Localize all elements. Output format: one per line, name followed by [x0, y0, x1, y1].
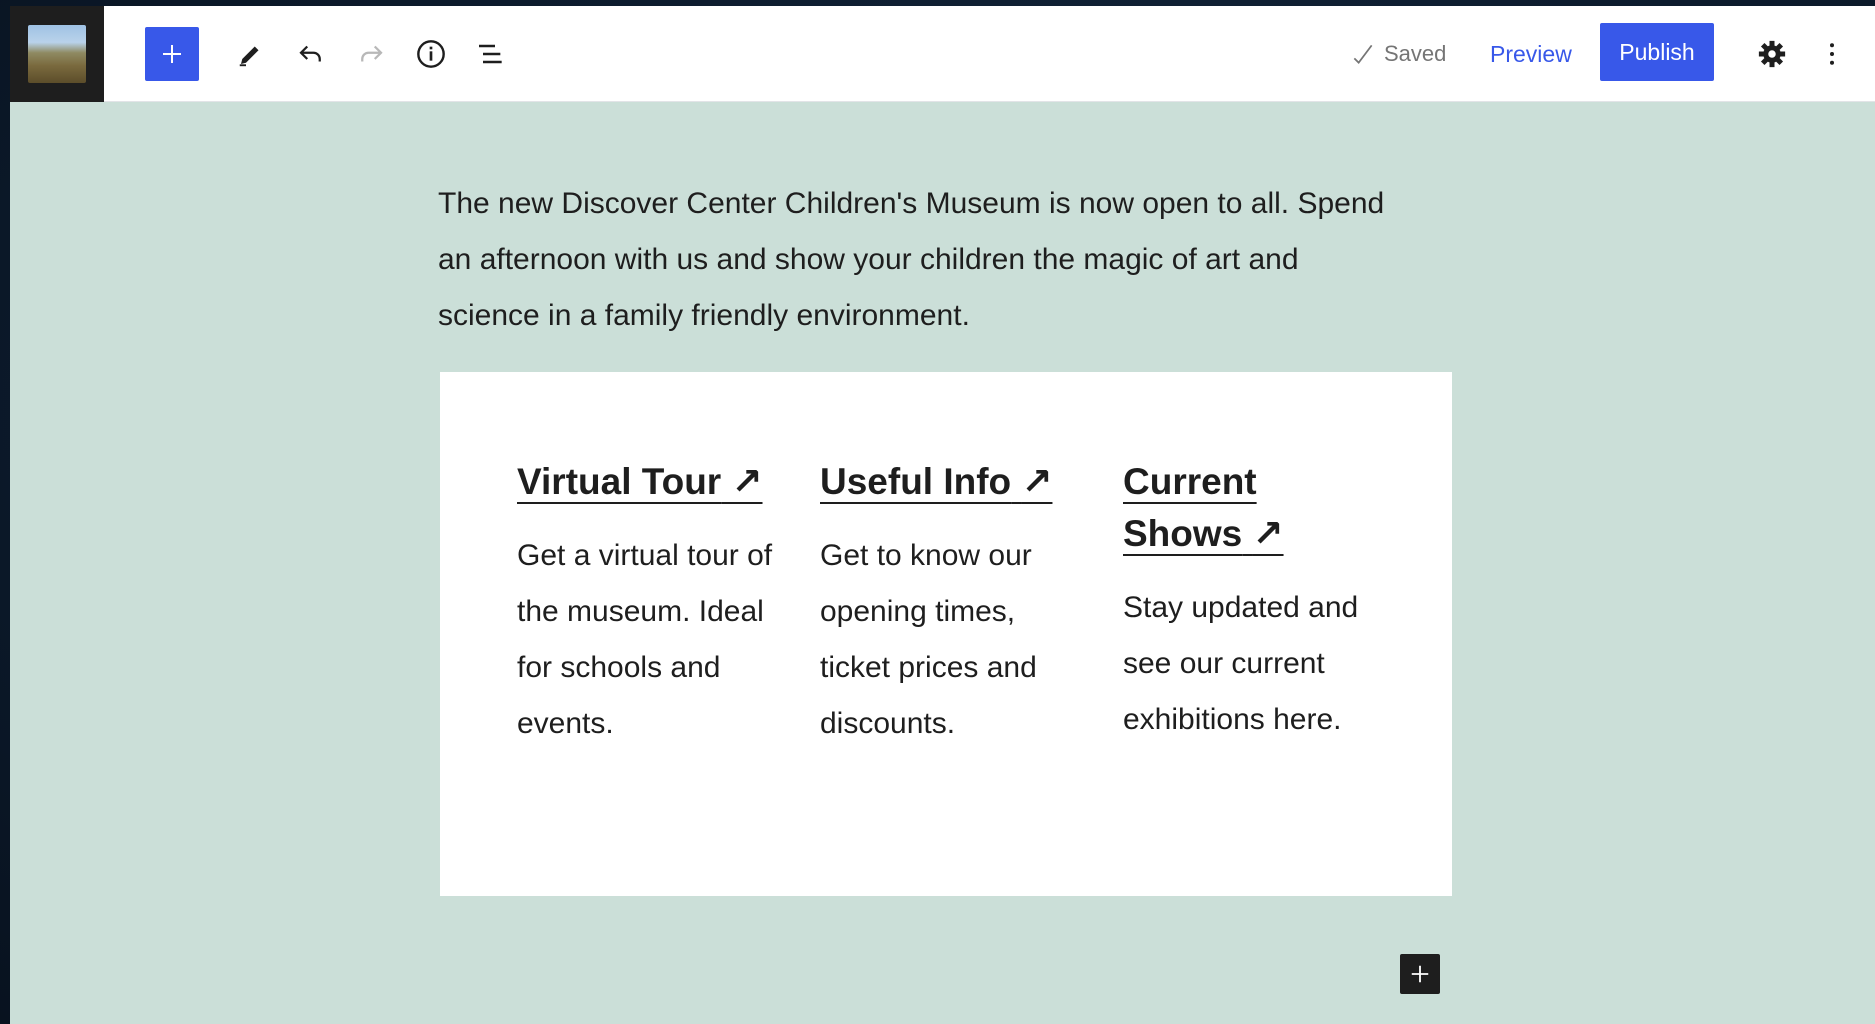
tools-button[interactable] [224, 27, 278, 81]
add-block-button[interactable] [145, 27, 199, 81]
column-text[interactable]: Get a virtual tour of the museum. Ideal … [517, 528, 777, 752]
pencil-icon [239, 46, 259, 67]
saved-status: Saved [1350, 38, 1446, 70]
column-current-shows[interactable]: Current Shows ↗ Stay updated and see our… [1123, 456, 1373, 748]
plus-icon [163, 45, 181, 63]
column-virtual-tour[interactable]: Virtual Tour ↗ Get a virtual tour of the… [517, 456, 777, 752]
arrow-up-right-icon: ↗ [731, 461, 763, 502]
column-useful-info[interactable]: Useful Info ↗ Get to know our opening ti… [820, 456, 1080, 752]
heading-link-useful-info[interactable]: Useful Info ↗ [820, 461, 1052, 502]
heading-link-virtual-tour[interactable]: Virtual Tour ↗ [517, 461, 763, 502]
details-button[interactable] [404, 27, 458, 81]
info-icon [417, 40, 445, 68]
site-logo-image [28, 25, 86, 83]
column-heading[interactable]: Current Shows ↗ [1123, 456, 1373, 560]
plus-icon [1411, 965, 1429, 983]
heading-text: Current Shows [1123, 461, 1257, 554]
publish-button[interactable]: Publish [1600, 23, 1714, 81]
heading-link-current-shows[interactable]: Current Shows ↗ [1123, 461, 1284, 554]
intro-paragraph[interactable]: The new Discover Center Children's Museu… [438, 176, 1398, 344]
undo-button[interactable] [284, 27, 338, 81]
column-heading[interactable]: Useful Info ↗ [820, 456, 1080, 508]
site-logo[interactable] [10, 6, 104, 102]
saved-label: Saved [1384, 41, 1447, 66]
arrow-up-right-icon: ↗ [1021, 461, 1053, 502]
editor-toolbar: Saved Preview Publish [10, 6, 1875, 102]
redo-button[interactable] [344, 27, 398, 81]
preview-button[interactable]: Preview [1490, 34, 1572, 74]
block-appender-button[interactable] [1400, 954, 1440, 994]
columns-block[interactable]: Virtual Tour ↗ Get a virtual tour of the… [440, 372, 1452, 896]
more-vertical-icon [1830, 43, 1834, 65]
settings-button[interactable] [1745, 27, 1799, 81]
column-text[interactable]: Get to know our opening times, ticket pr… [820, 528, 1080, 752]
column-heading[interactable]: Virtual Tour ↗ [517, 456, 777, 508]
options-button[interactable] [1810, 27, 1854, 81]
list-view-button[interactable] [464, 27, 518, 81]
check-icon [1353, 44, 1373, 64]
gear-icon [1758, 40, 1786, 68]
column-text[interactable]: Stay updated and see our current exhibit… [1123, 580, 1373, 748]
redo-icon [361, 45, 383, 62]
arrow-up-right-icon: ↗ [1252, 513, 1284, 554]
list-view-icon [479, 44, 502, 64]
heading-text: Virtual Tour [517, 461, 722, 502]
heading-text: Useful Info [820, 461, 1012, 502]
editor-window: Saved Preview Publish The new Discover C… [10, 6, 1875, 1024]
undo-icon [299, 45, 321, 62]
